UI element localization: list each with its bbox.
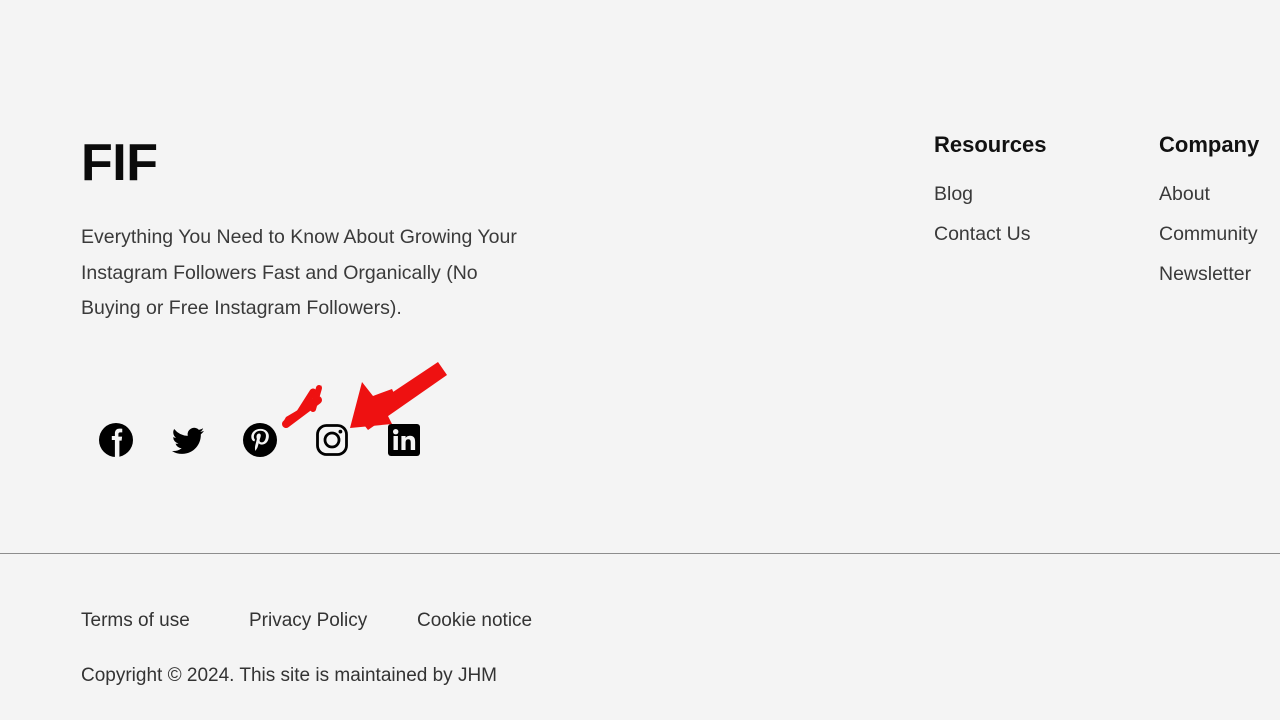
legal-link-terms-of-use[interactable]: Terms of use — [81, 608, 249, 634]
column-links-resources: Blog Contact Us — [934, 159, 1047, 254]
pinterest-icon[interactable] — [240, 420, 280, 460]
site-logo[interactable]: FIF — [81, 134, 621, 192]
legal-link-cookie-notice[interactable]: Cookie notice — [417, 608, 532, 634]
column-links-company: About Community Newsletter — [1159, 159, 1259, 294]
list-item: Blog — [934, 174, 1047, 214]
linkedin-icon[interactable] — [384, 420, 424, 460]
column-heading-company: Company — [1159, 132, 1260, 157]
list-item: Community — [1159, 214, 1259, 254]
footer-column-company: Company About Community Newsletter — [1159, 131, 1259, 294]
column-heading-resources: Resources — [934, 132, 1047, 157]
footer-link-community[interactable]: Community — [1159, 214, 1258, 254]
footer-link-newsletter[interactable]: Newsletter — [1159, 254, 1251, 294]
page-footer: FIF Everything You Need to Know About Gr… — [0, 0, 1280, 720]
social-links-row — [96, 420, 424, 460]
instagram-icon[interactable] — [312, 420, 352, 460]
legal-links-row: Terms of use Privacy Policy Cookie notic… — [81, 608, 532, 634]
footer-column-resources: Resources Blog Contact Us — [934, 131, 1047, 254]
footer-link-about[interactable]: About — [1159, 174, 1210, 214]
copyright-text: Copyright © 2024. This site is maintaine… — [81, 665, 497, 686]
twitter-icon[interactable] — [168, 420, 208, 460]
brand-tagline: Everything You Need to Know About Growin… — [81, 226, 517, 319]
list-item: Newsletter — [1159, 254, 1259, 294]
footer-link-contact-us[interactable]: Contact Us — [934, 214, 1030, 254]
legal-link-privacy-policy[interactable]: Privacy Policy — [249, 608, 417, 634]
list-item: Contact Us — [934, 214, 1047, 254]
footer-link-blog[interactable]: Blog — [934, 174, 973, 214]
brand-block: FIF Everything You Need to Know About Gr… — [81, 134, 621, 327]
footer-upper-section: FIF Everything You Need to Know About Gr… — [0, 0, 1280, 553]
footer-lower-section: Terms of use Privacy Policy Cookie notic… — [0, 554, 1280, 720]
facebook-icon[interactable] — [96, 420, 136, 460]
list-item: About — [1159, 174, 1259, 214]
